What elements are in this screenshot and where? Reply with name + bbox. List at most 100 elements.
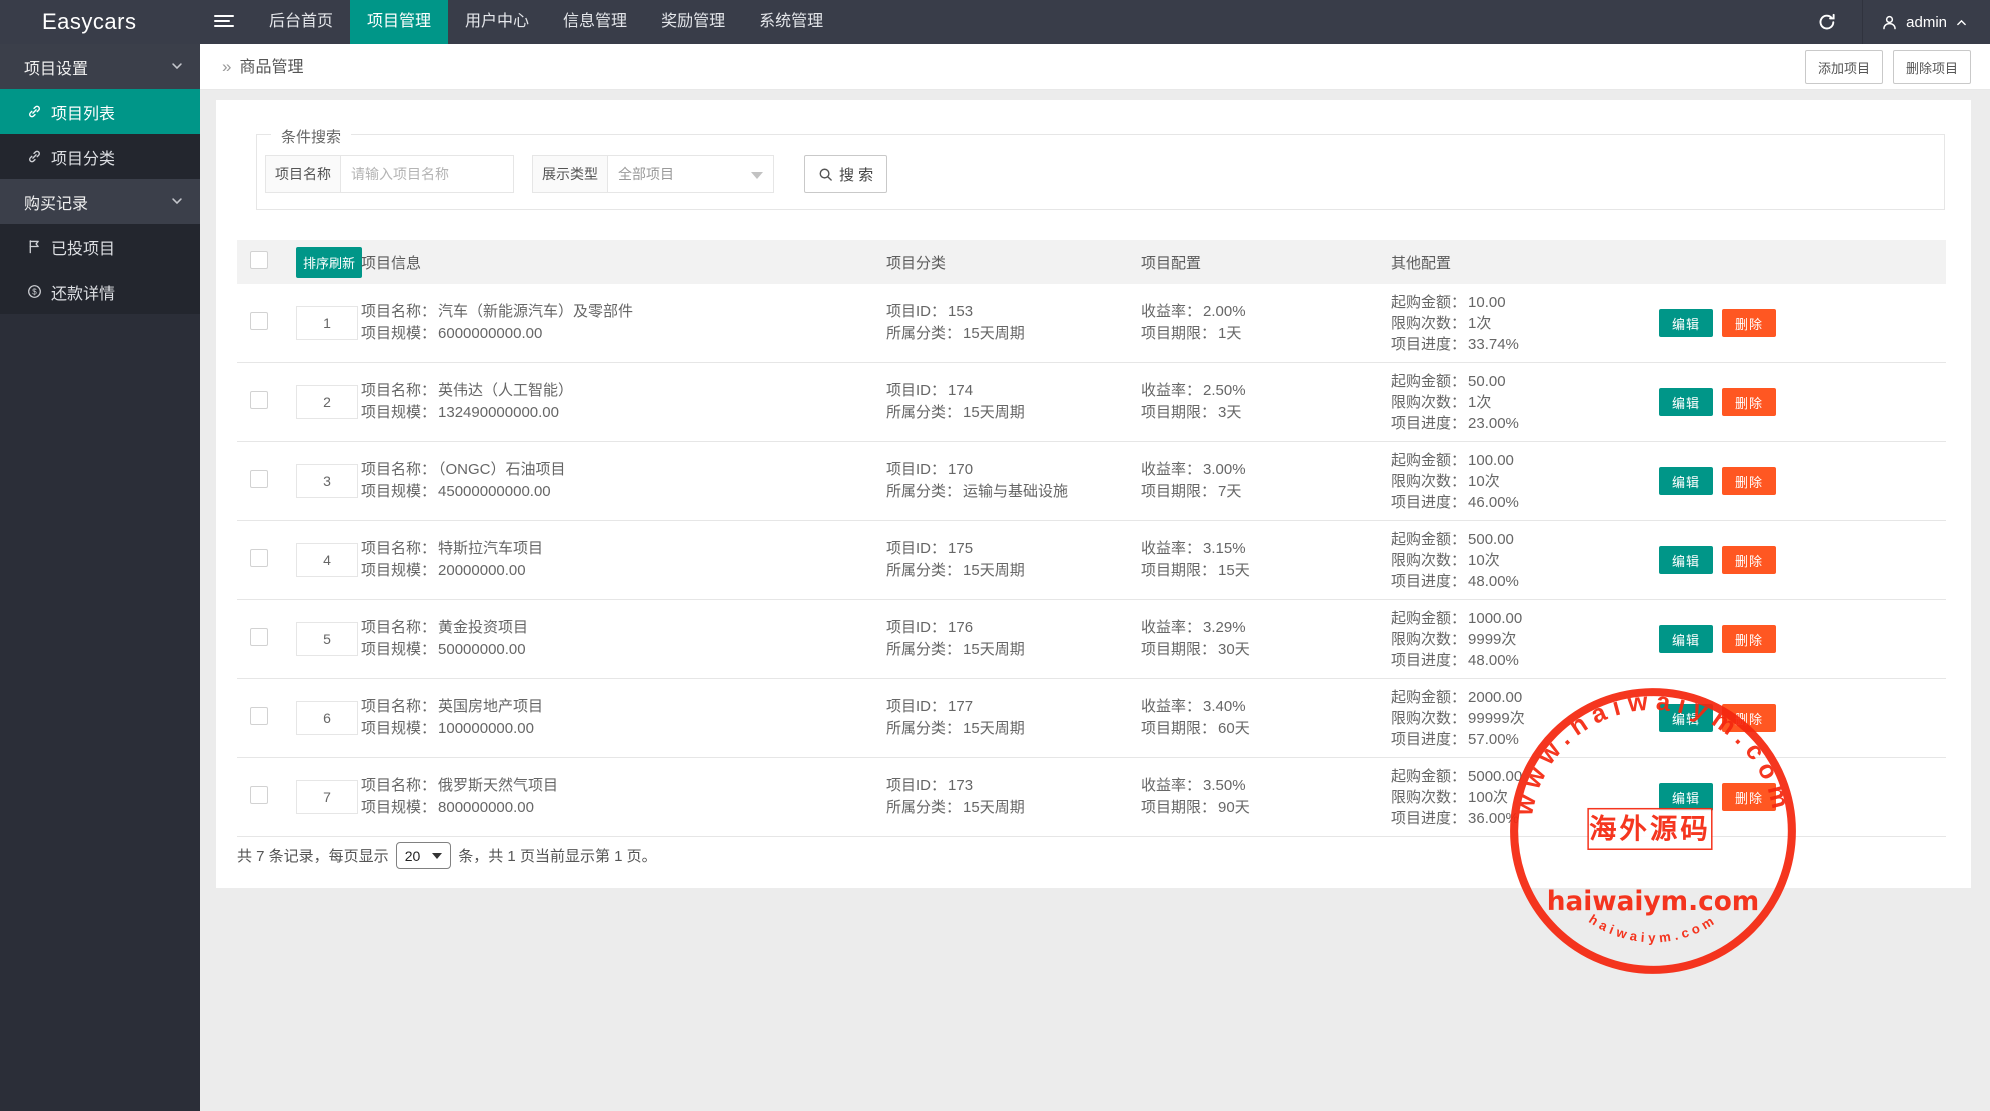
field-label: 起购金额： [1391,689,1466,706]
page-title: 商品管理 [239,59,303,76]
select-all-checkbox[interactable] [250,251,268,269]
project-progress: 46.00% [1468,494,1519,511]
project-progress: 48.00% [1468,573,1519,590]
project-scale: 45000000000.00 [438,483,551,500]
field-label: 收益率： [1141,303,1201,320]
username: admin [1906,14,1947,31]
edit-button[interactable]: 编辑 [1659,467,1713,495]
search-button[interactable]: 搜 索 [804,155,887,193]
topbar-right: admin [1792,0,1990,44]
add-project-button[interactable]: 添加项目 [1805,50,1883,84]
project-scale: 100000000.00 [438,720,534,737]
delete-project-button[interactable]: 删除项目 [1893,50,1971,84]
project-rate: 3.00% [1203,461,1246,478]
sidebar-item-project-category[interactable]: 项目分类 [0,134,200,179]
nav-item-rewards[interactable]: 奖励管理 [644,0,742,44]
delete-button[interactable]: 删除 [1722,388,1776,416]
row-checkbox[interactable] [250,549,268,567]
col-header-info: 项目信息 [361,252,886,273]
delete-button[interactable]: 删除 [1722,467,1776,495]
project-name-label: 项目名称 [265,155,341,193]
field-label: 所属分类： [886,562,961,579]
project-min-amount: 10.00 [1468,294,1506,311]
menu-toggle-icon[interactable] [214,15,234,29]
nav-item-info[interactable]: 信息管理 [546,0,644,44]
table-row: 4 项目名称：特斯拉汽车项目 项目规模：20000000.00 项目ID：175… [237,521,1946,600]
page-size-select[interactable]: 20 [396,842,452,869]
project-id: 170 [948,461,973,478]
user-menu[interactable]: admin [1863,0,1990,44]
project-scale: 50000000.00 [438,641,526,658]
row-checkbox[interactable] [250,470,268,488]
edit-button[interactable]: 编辑 [1659,704,1713,732]
sort-order-input[interactable]: 4 [296,543,358,577]
project-name: 黄金投资项目 [438,619,528,636]
nav-item-users[interactable]: 用户中心 [448,0,546,44]
breadcrumb: »商品管理 [222,44,303,90]
nav-item-system[interactable]: 系统管理 [742,0,840,44]
edit-button[interactable]: 编辑 [1659,625,1713,653]
sidebar-item-repayment-details[interactable]: $ 还款详情 [0,269,200,314]
sidebar-item-label: 项目列表 [51,100,115,124]
sidebar-group-label: 购买记录 [24,190,88,214]
project-scale: 132490000000.00 [438,404,559,421]
project-name-input[interactable] [341,155,514,193]
project-min-amount: 2000.00 [1468,689,1522,706]
nav-item-home[interactable]: 后台首页 [252,0,350,44]
project-id: 175 [948,540,973,557]
field-label: 项目ID： [886,303,946,320]
field-label: 收益率： [1141,461,1201,478]
delete-button[interactable]: 删除 [1722,546,1776,574]
delete-button[interactable]: 删除 [1722,625,1776,653]
field-label: 所属分类： [886,720,961,737]
sort-order-input[interactable]: 2 [296,385,358,419]
row-checkbox[interactable] [250,707,268,725]
field-label: 项目进度： [1391,810,1466,827]
pagination-suffix: 条，共 1 页当前显示第 1 页。 [458,845,656,866]
project-rate: 3.40% [1203,698,1246,715]
row-checkbox[interactable] [250,391,268,409]
table-row: 2 项目名称：英伟达（人工智能） 项目规模：132490000000.00 项目… [237,363,1946,442]
sidebar-item-invested-projects[interactable]: 已投项目 [0,224,200,269]
field-label: 收益率： [1141,777,1201,794]
search-legend: 条件搜索 [271,126,351,147]
row-checkbox[interactable] [250,628,268,646]
sort-order-input[interactable]: 7 [296,780,358,814]
sidebar-group-purchase-records[interactable]: 购买记录 [0,179,200,224]
nav-item-projects[interactable]: 项目管理 [350,0,448,44]
row-checkbox[interactable] [250,786,268,804]
delete-button[interactable]: 删除 [1722,704,1776,732]
project-limit-times: 100次 [1468,789,1508,806]
sidebar-item-project-list[interactable]: 项目列表 [0,89,200,134]
edit-button[interactable]: 编辑 [1659,309,1713,337]
project-progress: 57.00% [1468,731,1519,748]
delete-button[interactable]: 删除 [1722,309,1776,337]
row-checkbox[interactable] [250,312,268,330]
table-row: 7 项目名称：俄罗斯天然气项目 项目规模：800000000.00 项目ID：1… [237,758,1946,837]
field-label: 起购金额： [1391,294,1466,311]
edit-button[interactable]: 编辑 [1659,388,1713,416]
sort-refresh-button[interactable]: 排序刷新 [296,247,362,278]
project-min-amount: 100.00 [1468,452,1514,469]
field-label: 项目期限： [1141,799,1216,816]
field-label: 项目规模： [361,799,436,816]
chevron-up-icon [1955,16,1968,29]
sort-order-input[interactable]: 6 [296,701,358,735]
display-type-label: 展示类型 [532,155,608,193]
edit-button[interactable]: 编辑 [1659,783,1713,811]
sort-order-input[interactable]: 3 [296,464,358,498]
project-scale: 800000000.00 [438,799,534,816]
field-label: 项目期限： [1141,562,1216,579]
field-label: 项目进度： [1391,415,1466,432]
sidebar-group-project-settings[interactable]: 项目设置 [0,44,200,89]
sort-order-input[interactable]: 5 [296,622,358,656]
display-type-select[interactable]: 全部项目 [608,155,774,193]
sort-order-input[interactable]: 1 [296,306,358,340]
brand-logo[interactable]: Easycars [0,0,200,44]
edit-button[interactable]: 编辑 [1659,546,1713,574]
field-label: 项目名称： [361,461,436,478]
refresh-icon[interactable] [1792,0,1862,44]
project-name: 英伟达（人工智能） [438,382,573,399]
pagination-prefix: 共 7 条记录，每页显示 [237,845,389,866]
delete-button[interactable]: 删除 [1722,783,1776,811]
